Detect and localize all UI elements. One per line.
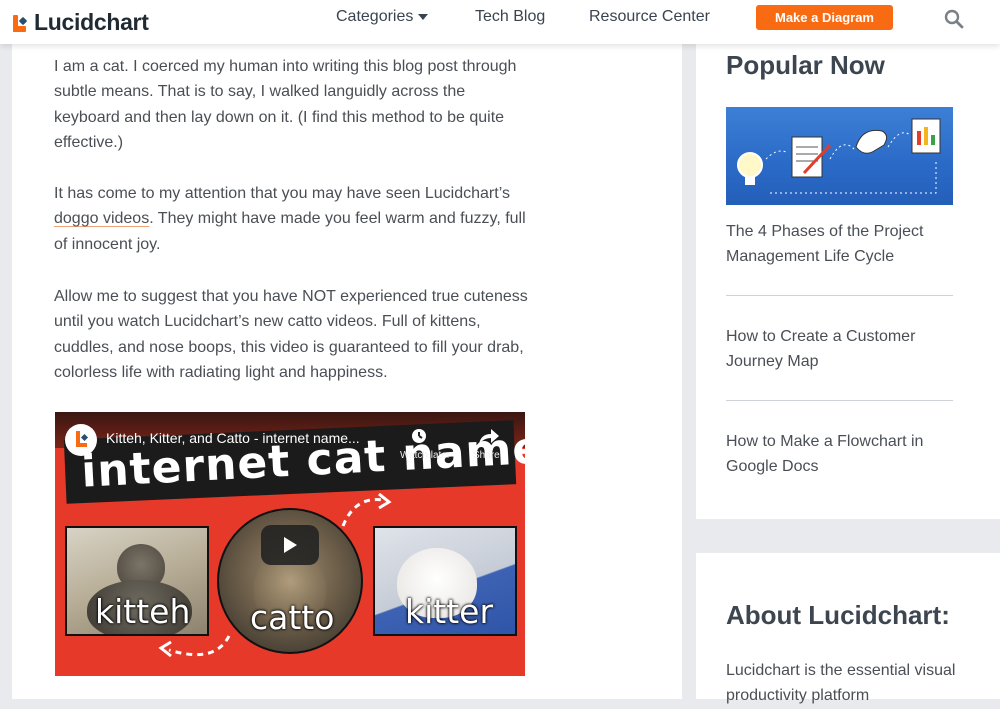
- dashed-arrow-icon: [341, 492, 392, 527]
- nav-categories[interactable]: Categories: [336, 8, 429, 26]
- word-catto: catto: [250, 598, 335, 637]
- channel-avatar-icon[interactable]: [65, 424, 97, 456]
- search-icon[interactable]: [944, 9, 964, 29]
- chevron-down-icon: [418, 13, 429, 20]
- popular-now-widget: Popular Now The 4 Phases of the Project …: [696, 44, 1000, 519]
- about-text: Lucidchart is the essential visual produ…: [726, 662, 956, 705]
- nav-categories-label: Categories: [336, 8, 414, 25]
- article-paragraph-3: Allow me to suggest that you have NOT ex…: [54, 288, 528, 381]
- article-paragraph-1: I am a cat. I coerced my human into writ…: [54, 58, 517, 151]
- word-kitteh: kitteh: [95, 592, 191, 631]
- youtube-video-embed[interactable]: internet cat names Kitteh, Kitter, and C…: [55, 412, 525, 676]
- make-a-diagram-button[interactable]: Make a Diagram: [756, 5, 893, 30]
- dashed-arrow-icon: [158, 635, 231, 658]
- popular-now-heading: Popular Now: [726, 50, 885, 80]
- logo-text: Lucidchart: [34, 9, 149, 35]
- popular-item-3[interactable]: How to Make a Flowchart in Google Docs: [726, 429, 956, 480]
- about-heading: About Lucidchart:: [726, 600, 950, 630]
- video-title[interactable]: Kitteh, Kitter, and Catto - internet nam…: [106, 430, 360, 446]
- nav-tech-blog[interactable]: Tech Blog: [475, 8, 545, 26]
- lucidchart-logo[interactable]: Lucidchart: [13, 9, 149, 36]
- popular-item-2[interactable]: How to Create a Customer Journey Map: [726, 324, 956, 375]
- nav-resource-center[interactable]: Resource Center: [589, 8, 710, 26]
- project-lifecycle-illustration: [737, 118, 941, 194]
- watch-later-label: Watch later: [400, 450, 451, 461]
- word-kitter: kitter: [405, 592, 494, 631]
- project-lifecycle-thumbnail[interactable]: [726, 107, 953, 205]
- about-lucidchart-widget: About Lucidchart: Lucidchart is the esse…: [696, 553, 1000, 704]
- lucidchart-logo-icon: [13, 12, 29, 34]
- play-icon[interactable]: [261, 525, 319, 565]
- site-header: Lucidchart Categories Tech Blog Resource…: [0, 0, 1000, 44]
- share-icon[interactable]: [475, 426, 501, 448]
- divider: [726, 400, 953, 401]
- doggo-videos-link[interactable]: doggo videos: [54, 210, 149, 227]
- popular-item-1[interactable]: The 4 Phases of the Project Management L…: [726, 219, 956, 270]
- article-paragraph-2: It has come to my attention that you may…: [54, 185, 526, 253]
- divider: [726, 295, 953, 296]
- share-label: Share: [473, 450, 500, 461]
